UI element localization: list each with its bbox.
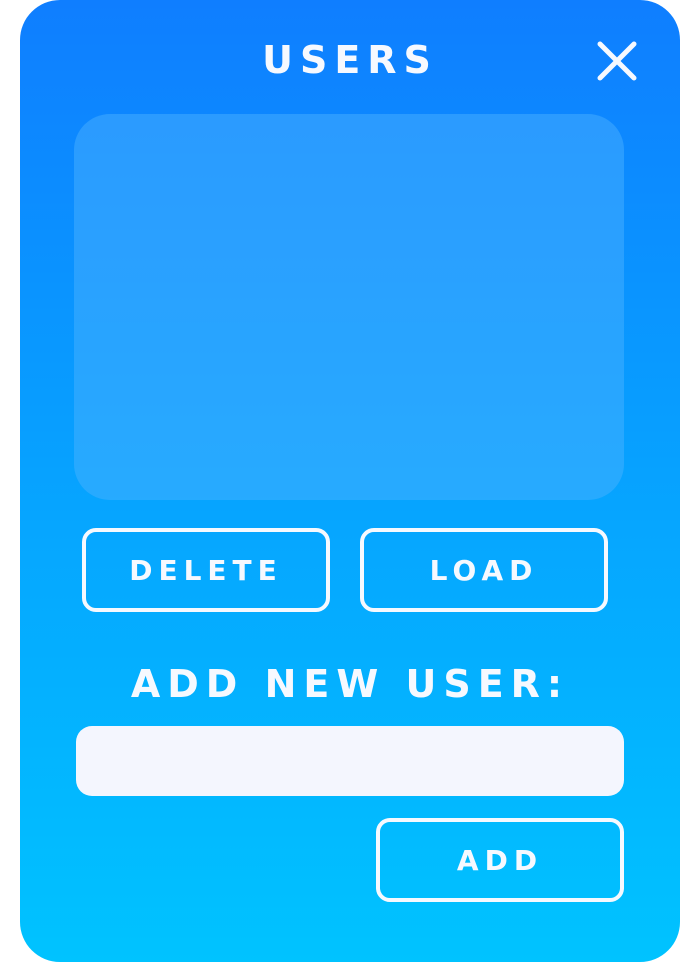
load-button[interactable]: LOAD	[360, 528, 608, 612]
delete-button[interactable]: DELETE	[82, 528, 330, 612]
close-button[interactable]	[594, 38, 640, 84]
add-new-user-label: ADD NEW USER:	[130, 662, 570, 706]
user-list[interactable]	[74, 114, 624, 500]
add-button[interactable]: ADD	[376, 818, 624, 902]
close-icon	[597, 41, 637, 81]
users-dialog: USERS DELETE LOAD ADD NEW USER: ADD	[20, 0, 680, 962]
new-user-input[interactable]	[76, 726, 624, 796]
dialog-title: USERS	[262, 38, 438, 82]
